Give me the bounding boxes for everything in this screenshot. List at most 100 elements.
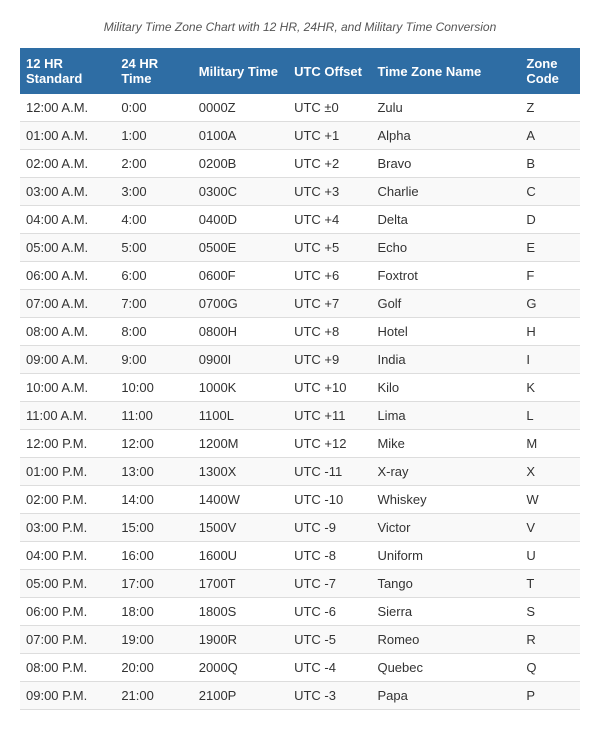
cell-24hr: 13:00 [115,458,192,486]
table-row: 06:00 A.M.6:000600FUTC +6FoxtrotF [20,262,580,290]
cell-utc: UTC +3 [288,178,371,206]
cell-zone-code: M [520,430,580,458]
cell-military: 1300X [193,458,288,486]
cell-24hr: 8:00 [115,318,192,346]
cell-12hr: 04:00 P.M. [20,542,115,570]
cell-utc: UTC +9 [288,346,371,374]
cell-timezone-name: Kilo [371,374,520,402]
cell-zone-code: H [520,318,580,346]
cell-zone-code: B [520,150,580,178]
table-row: 04:00 P.M.16:001600UUTC -8UniformU [20,542,580,570]
cell-24hr: 0:00 [115,94,192,122]
table-row: 11:00 A.M.11:001100LUTC +11LimaL [20,402,580,430]
table-row: 05:00 A.M.5:000500EUTC +5EchoE [20,234,580,262]
cell-timezone-name: Sierra [371,598,520,626]
cell-military: 0000Z [193,94,288,122]
table-row: 05:00 P.M.17:001700TUTC -7TangoT [20,570,580,598]
cell-utc: UTC -10 [288,486,371,514]
cell-timezone-name: Whiskey [371,486,520,514]
header-timezone-name: Time Zone Name [371,48,520,94]
cell-military: 2100P [193,682,288,710]
page-title: Military Time Zone Chart with 12 HR, 24H… [20,20,580,34]
cell-timezone-name: Bravo [371,150,520,178]
cell-12hr: 10:00 A.M. [20,374,115,402]
cell-military: 0100A [193,122,288,150]
cell-24hr: 21:00 [115,682,192,710]
cell-timezone-name: Papa [371,682,520,710]
cell-24hr: 3:00 [115,178,192,206]
cell-timezone-name: Victor [371,514,520,542]
cell-12hr: 03:00 P.M. [20,514,115,542]
cell-zone-code: I [520,346,580,374]
cell-24hr: 7:00 [115,290,192,318]
cell-zone-code: D [520,206,580,234]
table-header-row: 12 HR Standard 24 HR Time Military Time … [20,48,580,94]
cell-military: 1800S [193,598,288,626]
table-row: 12:00 A.M.0:000000ZUTC ±0ZuluZ [20,94,580,122]
cell-zone-code: R [520,626,580,654]
cell-timezone-name: Hotel [371,318,520,346]
cell-military: 0300C [193,178,288,206]
cell-zone-code: L [520,402,580,430]
cell-military: 1600U [193,542,288,570]
cell-zone-code: U [520,542,580,570]
cell-military: 1700T [193,570,288,598]
cell-military: 1900R [193,626,288,654]
cell-24hr: 19:00 [115,626,192,654]
cell-12hr: 11:00 A.M. [20,402,115,430]
cell-timezone-name: Zulu [371,94,520,122]
cell-utc: UTC -7 [288,570,371,598]
cell-timezone-name: Quebec [371,654,520,682]
header-military: Military Time [193,48,288,94]
table-row: 07:00 P.M.19:001900RUTC -5RomeoR [20,626,580,654]
cell-24hr: 18:00 [115,598,192,626]
cell-zone-code: G [520,290,580,318]
cell-24hr: 1:00 [115,122,192,150]
table-row: 08:00 P.M.20:002000QUTC -4QuebecQ [20,654,580,682]
table-row: 03:00 A.M.3:000300CUTC +3CharlieC [20,178,580,206]
table-row: 02:00 P.M.14:001400WUTC -10WhiskeyW [20,486,580,514]
cell-utc: UTC +10 [288,374,371,402]
cell-military: 0600F [193,262,288,290]
cell-12hr: 07:00 A.M. [20,290,115,318]
cell-12hr: 01:00 A.M. [20,122,115,150]
cell-zone-code: E [520,234,580,262]
cell-zone-code: P [520,682,580,710]
cell-military: 0500E [193,234,288,262]
cell-12hr: 09:00 A.M. [20,346,115,374]
cell-utc: UTC -3 [288,682,371,710]
cell-24hr: 17:00 [115,570,192,598]
cell-timezone-name: Echo [371,234,520,262]
cell-zone-code: V [520,514,580,542]
cell-military: 1400W [193,486,288,514]
cell-timezone-name: Delta [371,206,520,234]
cell-timezone-name: Foxtrot [371,262,520,290]
cell-12hr: 04:00 A.M. [20,206,115,234]
cell-military: 1500V [193,514,288,542]
cell-zone-code: C [520,178,580,206]
cell-zone-code: A [520,122,580,150]
cell-military: 1000K [193,374,288,402]
cell-24hr: 5:00 [115,234,192,262]
cell-timezone-name: Golf [371,290,520,318]
cell-timezone-name: Uniform [371,542,520,570]
cell-military: 0700G [193,290,288,318]
cell-24hr: 9:00 [115,346,192,374]
cell-24hr: 10:00 [115,374,192,402]
cell-24hr: 4:00 [115,206,192,234]
cell-12hr: 08:00 P.M. [20,654,115,682]
cell-military: 1100L [193,402,288,430]
header-utc: UTC Offset [288,48,371,94]
table-row: 09:00 A.M.9:000900IUTC +9IndiaI [20,346,580,374]
table-row: 03:00 P.M.15:001500VUTC -9VictorV [20,514,580,542]
header-24hr: 24 HR Time [115,48,192,94]
cell-military: 0400D [193,206,288,234]
cell-utc: UTC +5 [288,234,371,262]
cell-zone-code: F [520,262,580,290]
table-row: 04:00 A.M.4:000400DUTC +4DeltaD [20,206,580,234]
cell-timezone-name: Tango [371,570,520,598]
cell-24hr: 2:00 [115,150,192,178]
cell-utc: UTC +2 [288,150,371,178]
cell-12hr: 03:00 A.M. [20,178,115,206]
cell-timezone-name: Mike [371,430,520,458]
